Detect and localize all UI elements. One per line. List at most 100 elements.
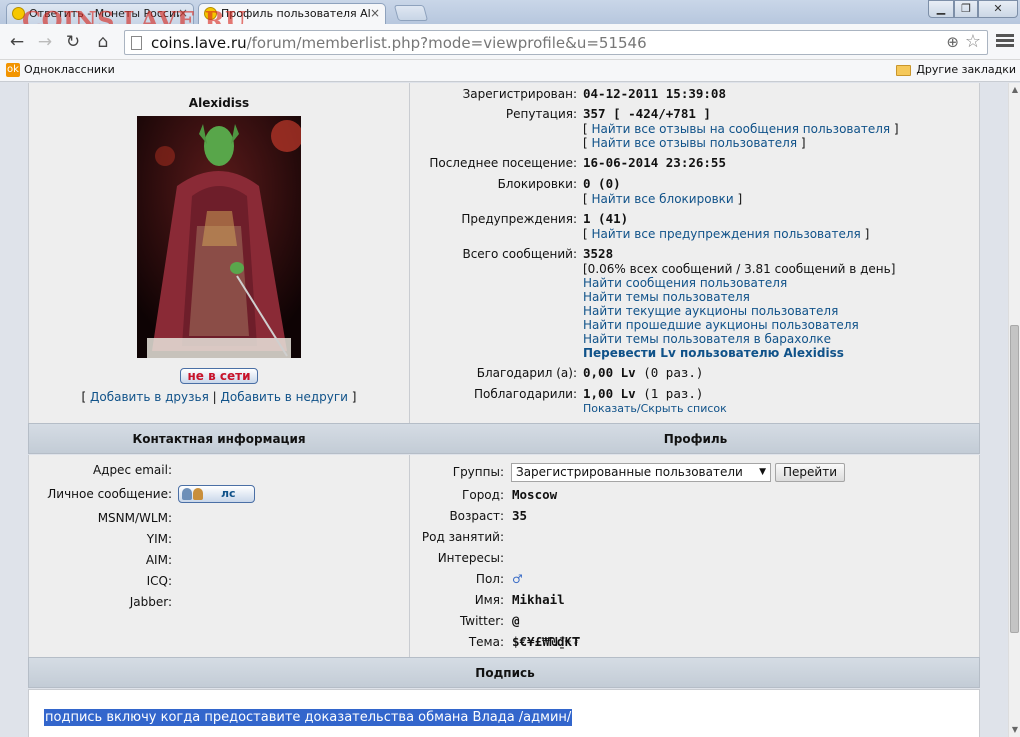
zoom-icon[interactable]: ⊕ (946, 33, 959, 51)
users-icon (182, 488, 206, 500)
url-text[interactable]: coins.lave.ru/forum/memberlist.php?mode=… (151, 34, 647, 52)
profile-summary-panel: Alexidiss не в сети [Добавить в друзья … (28, 83, 980, 423)
interests-label: Интересы: (437, 551, 504, 565)
maximize-button[interactable]: ❐ (954, 0, 978, 18)
user-avatar (137, 116, 301, 358)
warnings-label: Предупреждения: (461, 212, 577, 226)
posts-detail: [0.06% всех сообщений / 3.81 сообщений в… (583, 262, 896, 276)
forward-arrow-icon[interactable]: → (34, 32, 56, 52)
new-tab-button[interactable] (393, 5, 429, 21)
twitter-value: @ (512, 613, 520, 628)
find-past-auctions-link[interactable]: Найти прошедшие аукционы пользователя (583, 318, 859, 332)
smiley-favicon-icon (204, 7, 217, 20)
yim-label: YIM: (146, 532, 172, 546)
tab-title: Профиль пользователя Ale (221, 7, 371, 20)
signature-panel: подпись включу когда предоставите доказа… (28, 689, 980, 737)
bookmark-star-icon[interactable]: ☆ (965, 31, 981, 52)
toggle-list-link[interactable]: Показать/Скрыть список (583, 402, 727, 415)
add-foe-link[interactable]: Добавить в недруги (221, 390, 348, 404)
page-content: Alexidiss не в сети [Добавить в друзья … (0, 83, 1008, 737)
contact-header: Контактная информация (132, 432, 306, 446)
scroll-up-arrow-icon[interactable]: ▲ (1010, 85, 1020, 95)
city-label: Город: (462, 488, 504, 502)
browser-tab-profile[interactable]: Профиль пользователя Ale × (198, 3, 386, 24)
home-icon[interactable]: ⌂ (92, 32, 114, 52)
aim-label: AIM: (145, 553, 172, 567)
male-icon: ♂ (512, 572, 523, 586)
bookmarks-bar: ok Одноклассники Другие закладки (0, 60, 1020, 82)
jabber-label: Jabber: (129, 595, 172, 609)
vertical-scrollbar[interactable]: ▲ ▼ (1008, 83, 1020, 737)
age-value: 35 (512, 508, 528, 523)
back-arrow-icon[interactable]: ← (6, 32, 28, 52)
name-value: Mikhail (512, 592, 565, 607)
close-tab-icon[interactable]: × (178, 4, 188, 23)
close-window-button[interactable]: ✕ (978, 0, 1018, 18)
minimize-button[interactable]: ▁ (928, 0, 954, 18)
find-all-feedback-link[interactable]: Найти все отзывы пользователя (592, 136, 798, 150)
find-flea-market-topics-link[interactable]: Найти темы пользователя в барахолке (583, 332, 831, 346)
was-thanked-value-row: 1,00 Lv (1 раз.) (583, 386, 704, 401)
rep-link-row-1: [ Найти все отзывы на сообщения пользова… (583, 122, 899, 136)
theme-value: $€¥£₩₪₫₭₮ (512, 634, 580, 649)
rep-link-row-2: [ Найти все отзывы пользователя ] (583, 136, 806, 150)
odnoklassniki-icon: ok (6, 63, 20, 77)
blocks-value: 0 (0) (583, 176, 621, 191)
blocks-link-row: [ Найти все блокировки ] (583, 192, 743, 206)
offline-status-button[interactable]: не в сети (180, 368, 258, 384)
address-bar[interactable]: coins.lave.ru/forum/memberlist.php?mode=… (124, 30, 988, 55)
msnm-label: MSNM/WLM: (97, 511, 172, 525)
add-friend-link[interactable]: Добавить в друзья (90, 390, 209, 404)
warnings-value: 1 (41) (583, 211, 629, 226)
avatar-figure (137, 116, 301, 358)
go-button[interactable]: Перейти (775, 463, 845, 482)
posts-value: 3528 (583, 246, 614, 261)
find-user-posts-link[interactable]: Найти сообщения пользователя (583, 276, 787, 290)
other-bookmarks[interactable]: Другие закладки (896, 63, 1016, 76)
bookmark-label: Одноклассники (24, 63, 115, 76)
send-pm-button[interactable]: лс (178, 485, 255, 503)
gender-label: Пол: (475, 572, 504, 586)
twitter-label: Twitter: (459, 614, 504, 628)
contact-profile-panel: Адрес email: Личное сообщение: лс MSNM/W… (28, 455, 980, 657)
blocks-label: Блокировки: (497, 177, 577, 191)
occupation-label: Род занятий: (421, 530, 504, 544)
bookmark-label: Другие закладки (916, 63, 1016, 76)
find-post-feedback-link[interactable]: Найти все отзывы на сообщения пользовате… (592, 122, 891, 136)
find-blocks-link[interactable]: Найти все блокировки (592, 192, 734, 206)
name-label: Имя: (474, 593, 504, 607)
tab-strip: Ответить - Монеты России × Профиль польз… (0, 0, 1020, 35)
reload-icon[interactable]: ↻ (62, 32, 84, 52)
thanked-value-row: 0,00 Lv (0 раз.) (583, 365, 704, 380)
icq-label: ICQ: (146, 574, 172, 588)
transfer-lv-link[interactable]: Перевести Lv пользователю Alexidiss (583, 346, 844, 360)
groups-select[interactable]: Зарегистрированные пользователи ▼ (511, 463, 771, 482)
scroll-down-arrow-icon[interactable]: ▼ (1010, 725, 1020, 735)
smiley-favicon-icon (12, 7, 25, 20)
chevron-down-icon: ▼ (759, 467, 766, 477)
find-current-auctions-link[interactable]: Найти текущие аукционы пользователя (583, 304, 838, 318)
city-value: Moscow (512, 487, 558, 502)
thanked-label: Благодарил (а): (476, 366, 577, 380)
close-tab-icon[interactable]: × (370, 4, 380, 23)
find-user-topics-link[interactable]: Найти темы пользователя (583, 290, 750, 304)
menu-icon[interactable] (996, 32, 1014, 52)
signature-text: подпись включу когда предоставите доказа… (44, 709, 573, 726)
section-header-row: Контактная информация Профиль (28, 423, 980, 454)
tab-title: Ответить - Монеты России (29, 7, 179, 20)
username: Alexidiss (188, 96, 250, 110)
warnings-link-row: [ Найти все предупреждения пользователя … (583, 227, 870, 241)
last-visit-value: 16-06-2014 23:26:55 (583, 155, 726, 170)
browser-toolbar: ← → ↻ ⌂ coins.lave.ru/forum/memberlist.p… (0, 24, 1020, 60)
pm-label: Личное сообщение: (47, 487, 172, 501)
scrollbar-thumb[interactable] (1010, 325, 1019, 633)
was-thanked-label: Поблагодарили: (473, 387, 577, 401)
signature-header: Подпись (475, 666, 535, 680)
bookmark-odnoklassniki[interactable]: ok Одноклассники (6, 63, 115, 77)
browser-tab-reply[interactable]: Ответить - Монеты России × (6, 3, 194, 24)
reputation-value: 357 [ -424/+781 ] (583, 106, 711, 121)
reputation-label: Репутация: (505, 107, 577, 121)
signature-header-row: Подпись (28, 657, 980, 688)
page-icon (131, 36, 142, 50)
find-warnings-link[interactable]: Найти все предупреждения пользователя (592, 227, 861, 241)
